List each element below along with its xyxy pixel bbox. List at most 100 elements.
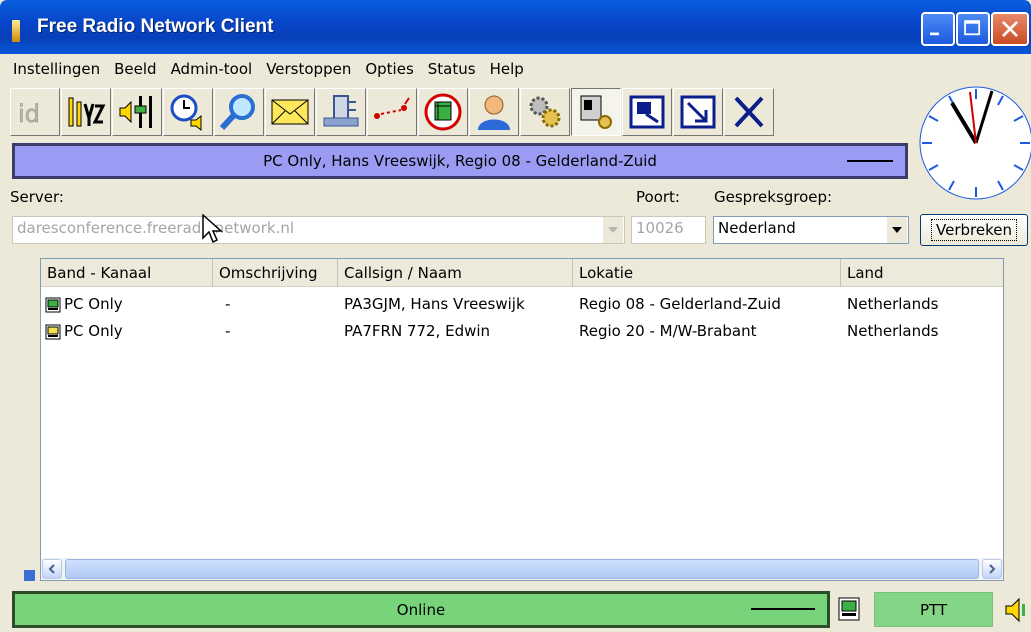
row-band: PC Only [64,295,123,313]
column-callsign[interactable]: Callsign / Naam [338,259,573,287]
volume-slider-icon [119,96,152,128]
timer-button[interactable] [163,88,213,136]
disconnect-button[interactable]: Verbreken [920,214,1028,246]
scroll-right-button[interactable] [982,559,1002,579]
table-row[interactable]: PC Only - PA7FRN 772, Edwin Regio 20 - M… [41,318,1003,344]
search-icon [219,94,255,131]
window-button[interactable] [622,88,672,136]
group-value: Nederland [718,219,796,237]
title-bar[interactable]: Free Radio Network Client [0,0,1031,54]
menu-help[interactable]: Help [483,60,531,78]
group-combobox[interactable]: Nederland [713,216,909,244]
menu-status[interactable]: Status [421,60,483,78]
clock-icon [919,86,1031,200]
row-callsign: PA7FRN 772, Edwin [344,322,491,340]
window-icon [629,95,665,129]
minimize-to-tray-button[interactable] [673,88,723,136]
gears-icon [529,96,561,128]
menu-verstoppen[interactable]: Verstoppen [259,60,358,78]
list-header: Band - Kanaal Omschrijving Callsign / Na… [41,259,1003,287]
left-panel [12,258,38,581]
search-button[interactable] [214,88,264,136]
chevron-down-icon [892,227,902,233]
people-button[interactable] [61,88,111,136]
station-info-banner: PC Only, Hans Vreeswijk, Regio 08 - Geld… [12,143,908,179]
connection-status-text: Online [396,600,446,619]
toolbar: id [10,88,775,136]
column-band[interactable]: Band - Kanaal [41,259,213,287]
id-icon: id [18,100,40,129]
menu-beeld[interactable]: Beeld [107,60,163,78]
app-icon[interactable] [12,20,20,42]
server-combobox[interactable]: daresconference.freeradionetwork.nl [12,216,625,244]
ptt-button[interactable]: PTT [874,592,993,627]
column-location[interactable]: Lokatie [573,259,841,287]
status-line [751,608,815,610]
panel-indicator[interactable] [24,570,35,581]
row-country: Netherlands [847,295,939,313]
mail-icon [271,99,309,125]
port-label: Poort: [636,188,680,206]
people-icon [68,97,106,127]
connection-button[interactable] [367,88,417,136]
row-location: Regio 08 - Gelderland-Zuid [579,295,781,313]
horizontal-scrollbar[interactable] [41,558,1003,580]
settings-button[interactable] [520,88,570,136]
connection-status-bar: Online [12,591,830,628]
group-dropdown-button[interactable] [887,217,907,243]
plug-button[interactable] [316,88,366,136]
row-band: PC Only [64,322,123,340]
timer-icon [170,94,202,132]
station-info-text: PC Only, Hans Vreeswijk, Regio 08 - Geld… [263,152,657,170]
ptt-label: PTT [919,600,948,619]
plug-icon [323,95,359,127]
volume-button[interactable] [112,88,162,136]
table-row[interactable]: PC Only - PA3GJM, Hans Vreeswijk Regio 0… [41,291,1003,317]
server-dropdown-button[interactable] [603,217,623,243]
menu-bar: Instellingen Beeld Admin-tool Verstoppen… [0,54,1031,83]
speaker-icon[interactable] [1003,596,1029,624]
connection-icon [374,97,410,119]
port-value: 10026 [636,219,684,237]
column-description[interactable]: Omschrijving [213,259,338,287]
column-country[interactable]: Land [841,259,1003,287]
id-button[interactable]: id [10,88,60,136]
minimize-icon [680,95,716,129]
server-label: Server: [10,188,64,206]
scroll-left-button[interactable] [42,559,62,579]
pc-only-button[interactable] [418,88,468,136]
pc-only-icon [45,324,61,339]
exit-button[interactable] [724,88,774,136]
group-label: Gespreksgroep: [714,188,833,206]
pc-only-icon [45,297,61,312]
minimize-button[interactable] [921,12,955,46]
user-button[interactable] [469,88,519,136]
server-value: daresconference.freeradionetwork.nl [17,219,295,237]
port-field[interactable]: 10026 [631,216,706,244]
chevron-left-icon [48,564,55,574]
settings-pc-button[interactable] [571,88,621,136]
menu-admin-tool[interactable]: Admin-tool [164,60,260,78]
scroll-thumb[interactable] [65,559,979,579]
user-icon [478,95,510,130]
pc-status-icon[interactable] [838,597,860,621]
menu-opties[interactable]: Opties [358,60,420,78]
chevron-right-icon [989,564,996,574]
close-button[interactable] [991,12,1029,46]
row-callsign: PA3GJM, Hans Vreeswijk [344,295,525,313]
station-list[interactable]: Band - Kanaal Omschrijving Callsign / Na… [40,258,1004,581]
chevron-down-icon [608,227,618,233]
row-description: - [225,295,231,313]
pc-only-icon [424,93,462,131]
mouse-cursor-icon [202,214,223,244]
row-location: Regio 20 - M/W-Brabant [579,322,757,340]
maximize-button[interactable] [956,12,990,46]
disconnect-label: Verbreken [931,219,1017,241]
row-description: - [225,322,231,340]
window-title: Free Radio Network Client [37,16,274,37]
exit-icon [734,96,764,128]
signal-indicator [847,160,893,162]
menu-instellingen[interactable]: Instellingen [6,60,107,78]
row-country: Netherlands [847,322,939,340]
mail-button[interactable] [265,88,315,136]
